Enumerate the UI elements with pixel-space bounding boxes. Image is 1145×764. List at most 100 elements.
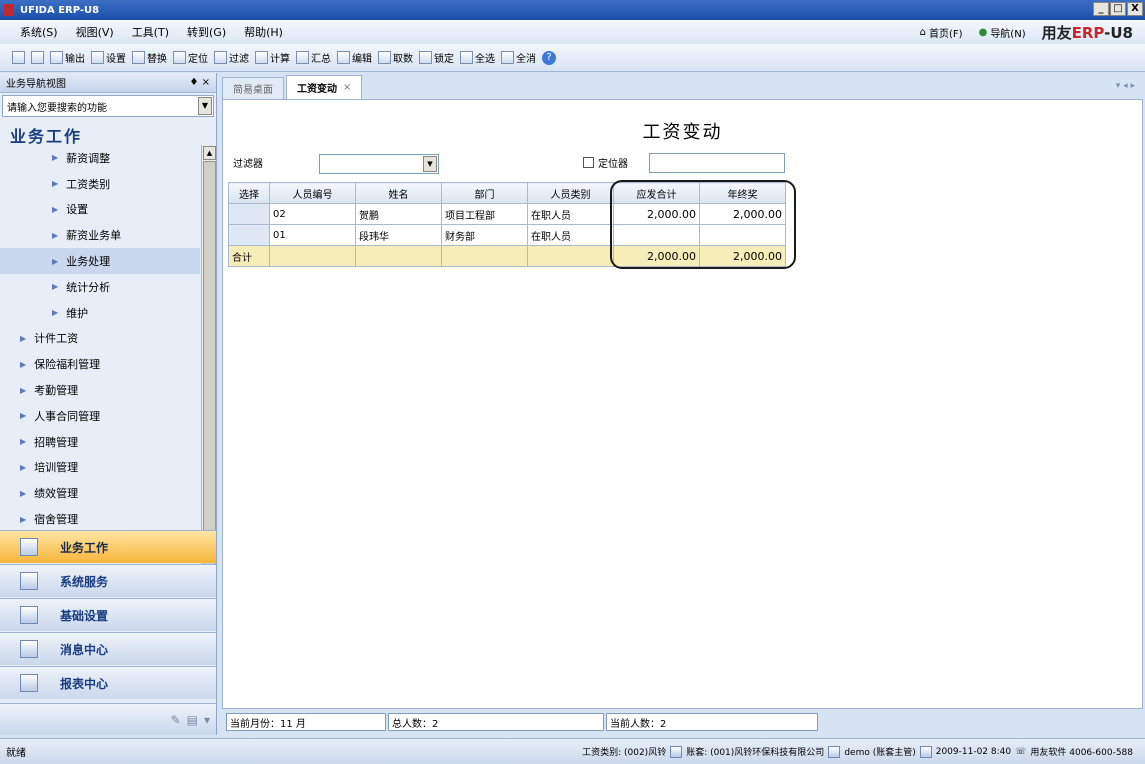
nav-button-label: 报表中心 <box>60 676 109 691</box>
minimize-button[interactable]: _ <box>1093 2 1109 16</box>
fetch-button[interactable]: 取数 <box>378 50 413 65</box>
tree-item-salary-adjust[interactable]: ▶ 薪资调整 <box>0 145 200 171</box>
lock-button[interactable]: 锁定 <box>419 50 454 65</box>
scroll-up-icon[interactable]: ▲ <box>203 146 216 160</box>
gross-pay-cell[interactable] <box>613 224 700 246</box>
triangle-right-icon: ▶ <box>20 385 27 395</box>
menu-system[interactable]: 系统(S) <box>20 24 58 40</box>
preview-button[interactable] <box>31 51 44 64</box>
filter-button[interactable]: 过滤 <box>214 50 249 65</box>
scroll-thumb[interactable] <box>203 161 216 579</box>
col-header-gross-pay[interactable]: 应发合计 <box>613 182 700 204</box>
tree-item-settings[interactable]: ▶ 设置 <box>0 197 200 223</box>
locate-icon <box>173 51 186 64</box>
locator-input[interactable] <box>649 153 785 173</box>
locate-button[interactable]: 定位 <box>173 50 208 65</box>
tab-wage-change[interactable]: 工资变动 × <box>286 75 363 99</box>
year-bonus-cell[interactable] <box>699 224 786 246</box>
tree-item-business-process[interactable]: ▶ 业务处理 <box>0 248 200 274</box>
close-button[interactable]: X <box>1127 2 1143 16</box>
tree-item-performance[interactable]: ▶ 绩效管理 <box>0 480 200 506</box>
emp-no-cell[interactable]: 01 <box>269 224 356 246</box>
table-row[interactable]: 01 段玮华 财务部 在职人员 <box>228 224 786 246</box>
filter-dropdown[interactable]: ▼ <box>319 154 439 174</box>
tree-item-piece-wage[interactable]: ▶ 计件工资 <box>0 326 200 352</box>
menu-tools[interactable]: 工具(T) <box>132 24 169 40</box>
maximize-button[interactable]: □ <box>1110 2 1126 16</box>
settings-button[interactable]: 设置 <box>91 50 126 65</box>
function-search-input[interactable]: 请输入您要搜索的功能 ▼ <box>2 95 214 117</box>
print-button[interactable] <box>12 51 25 64</box>
col-header-year-bonus[interactable]: 年终奖 <box>699 182 786 204</box>
gross-pay-cell[interactable]: 2,000.00 <box>613 203 700 225</box>
tree-item-insurance[interactable]: ▶ 保险福利管理 <box>0 351 200 377</box>
pin-close-controls[interactable]: ♦ × <box>189 77 210 88</box>
replace-button[interactable]: 替换 <box>132 50 167 65</box>
select-cell[interactable] <box>228 203 270 225</box>
tree-item-dormitory[interactable]: ▶ 宿舍管理 <box>0 506 200 532</box>
output-button[interactable]: 输出 <box>50 50 85 65</box>
menu-view[interactable]: 视图(V) <box>76 24 114 40</box>
home-link[interactable]: ⌂ 首页(F) <box>920 25 963 40</box>
total-year-bonus: 2,000.00 <box>699 245 786 267</box>
tree-item-salary-docs[interactable]: ▶ 薪资业务单 <box>0 222 200 248</box>
locator-checkbox[interactable] <box>583 157 594 168</box>
category-cell[interactable]: 在职人员 <box>527 224 614 246</box>
summary-button[interactable]: 汇总 <box>296 50 331 65</box>
window-controls: _ □ X <box>1093 2 1143 16</box>
replace-label: 替换 <box>147 54 167 65</box>
deselect-all-button[interactable]: 全消 <box>501 50 536 65</box>
select-all-button[interactable]: 全选 <box>460 50 495 65</box>
chevron-down-icon[interactable]: ▼ <box>198 97 212 115</box>
toolbar: 输出 设置 替换 定位 过滤 计算 汇总 编辑 取数 锁定 全选 全消 ? <box>0 44 1145 72</box>
tree-item-contracts[interactable]: ▶ 人事合同管理 <box>0 403 200 429</box>
select-all-icon <box>460 51 473 64</box>
calc-button[interactable]: 计算 <box>255 50 290 65</box>
nav-system-service-button[interactable]: 系统服务 <box>0 564 216 597</box>
col-header-emp-no[interactable]: 人员编号 <box>269 182 356 204</box>
grid-view-icon[interactable]: ▤ <box>187 713 198 727</box>
nav-report-center-button[interactable]: 报表中心 <box>0 666 216 699</box>
configure-icon[interactable]: ✎ <box>171 713 181 727</box>
tab-scroll-controls[interactable]: ▾ ◂ ▸ <box>1116 81 1135 91</box>
edit-button[interactable]: 编辑 <box>337 50 372 65</box>
col-header-name[interactable]: 姓名 <box>355 182 442 204</box>
chevron-down-icon[interactable]: ▾ <box>204 713 210 727</box>
tree-item-label: 考勤管理 <box>34 384 79 398</box>
close-icon[interactable]: × <box>343 82 351 93</box>
name-cell[interactable]: 段玮华 <box>355 224 442 246</box>
col-header-dept[interactable]: 部门 <box>441 182 528 204</box>
tree-item-wage-type[interactable]: ▶ 工资类别 <box>0 171 200 197</box>
nav-business-work-button[interactable]: 业务工作 <box>0 530 216 563</box>
name-cell[interactable]: 贺鹏 <box>355 203 442 225</box>
tree-item-training[interactable]: ▶ 培训管理 <box>0 455 200 481</box>
tab-simple-desktop[interactable]: 简易桌面 <box>222 77 284 99</box>
help-button[interactable]: ? <box>542 50 556 65</box>
dept-cell[interactable]: 项目工程部 <box>441 203 528 225</box>
tree-item-maintenance[interactable]: ▶ 维护 <box>0 300 200 326</box>
col-header-select[interactable]: 选择 <box>228 182 270 204</box>
select-cell[interactable] <box>228 224 270 246</box>
emp-no-cell[interactable]: 02 <box>269 203 356 225</box>
nav-basic-settings-button[interactable]: 基础设置 <box>0 598 216 631</box>
category-cell[interactable]: 在职人员 <box>527 203 614 225</box>
tree-item-label: 薪资调整 <box>66 151 111 165</box>
filter-label: 过滤器 <box>233 159 263 170</box>
menu-help[interactable]: 帮助(H) <box>244 24 283 40</box>
col-header-category[interactable]: 人员类别 <box>527 182 614 204</box>
summary-icon <box>296 51 309 64</box>
year-bonus-cell[interactable]: 2,000.00 <box>699 203 786 225</box>
table-row[interactable]: 02 贺鹏 项目工程部 在职人员 2,000.00 2,000.00 <box>228 203 786 225</box>
nav-message-center-button[interactable]: 消息中心 <box>0 632 216 665</box>
triangle-right-icon: ▶ <box>20 359 27 369</box>
tree-item-attendance[interactable]: ▶ 考勤管理 <box>0 377 200 403</box>
nav-button-label: 系统服务 <box>60 574 109 589</box>
tree-item-recruiting[interactable]: ▶ 招聘管理 <box>0 429 200 455</box>
tree-item-statistics[interactable]: ▶ 统计分析 <box>0 274 200 300</box>
chevron-down-icon[interactable]: ▼ <box>423 156 437 172</box>
dept-cell[interactable]: 财务部 <box>441 224 528 246</box>
menu-goto[interactable]: 转到(G) <box>187 24 226 40</box>
nav-link[interactable]: ● 导航(N) <box>979 25 1026 40</box>
brand-suffix: -U8 <box>1104 23 1133 42</box>
nav-button-label: 消息中心 <box>60 642 109 657</box>
